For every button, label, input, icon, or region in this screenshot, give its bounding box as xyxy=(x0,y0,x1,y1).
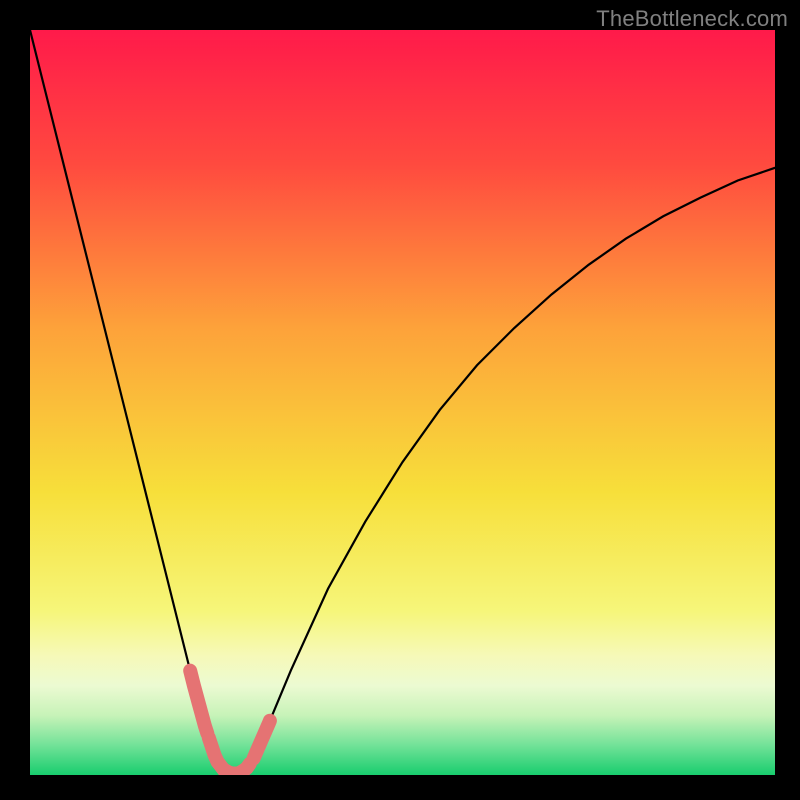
marker-segment xyxy=(209,738,250,774)
highlight-markers xyxy=(190,671,270,774)
marker-segment xyxy=(254,721,270,759)
bottleneck-curve xyxy=(30,30,775,775)
plot-area xyxy=(30,30,775,775)
chart-container: TheBottleneck.com xyxy=(0,0,800,800)
curve-line xyxy=(30,30,775,774)
marker-segment xyxy=(190,671,207,734)
watermark-text: TheBottleneck.com xyxy=(596,6,788,32)
